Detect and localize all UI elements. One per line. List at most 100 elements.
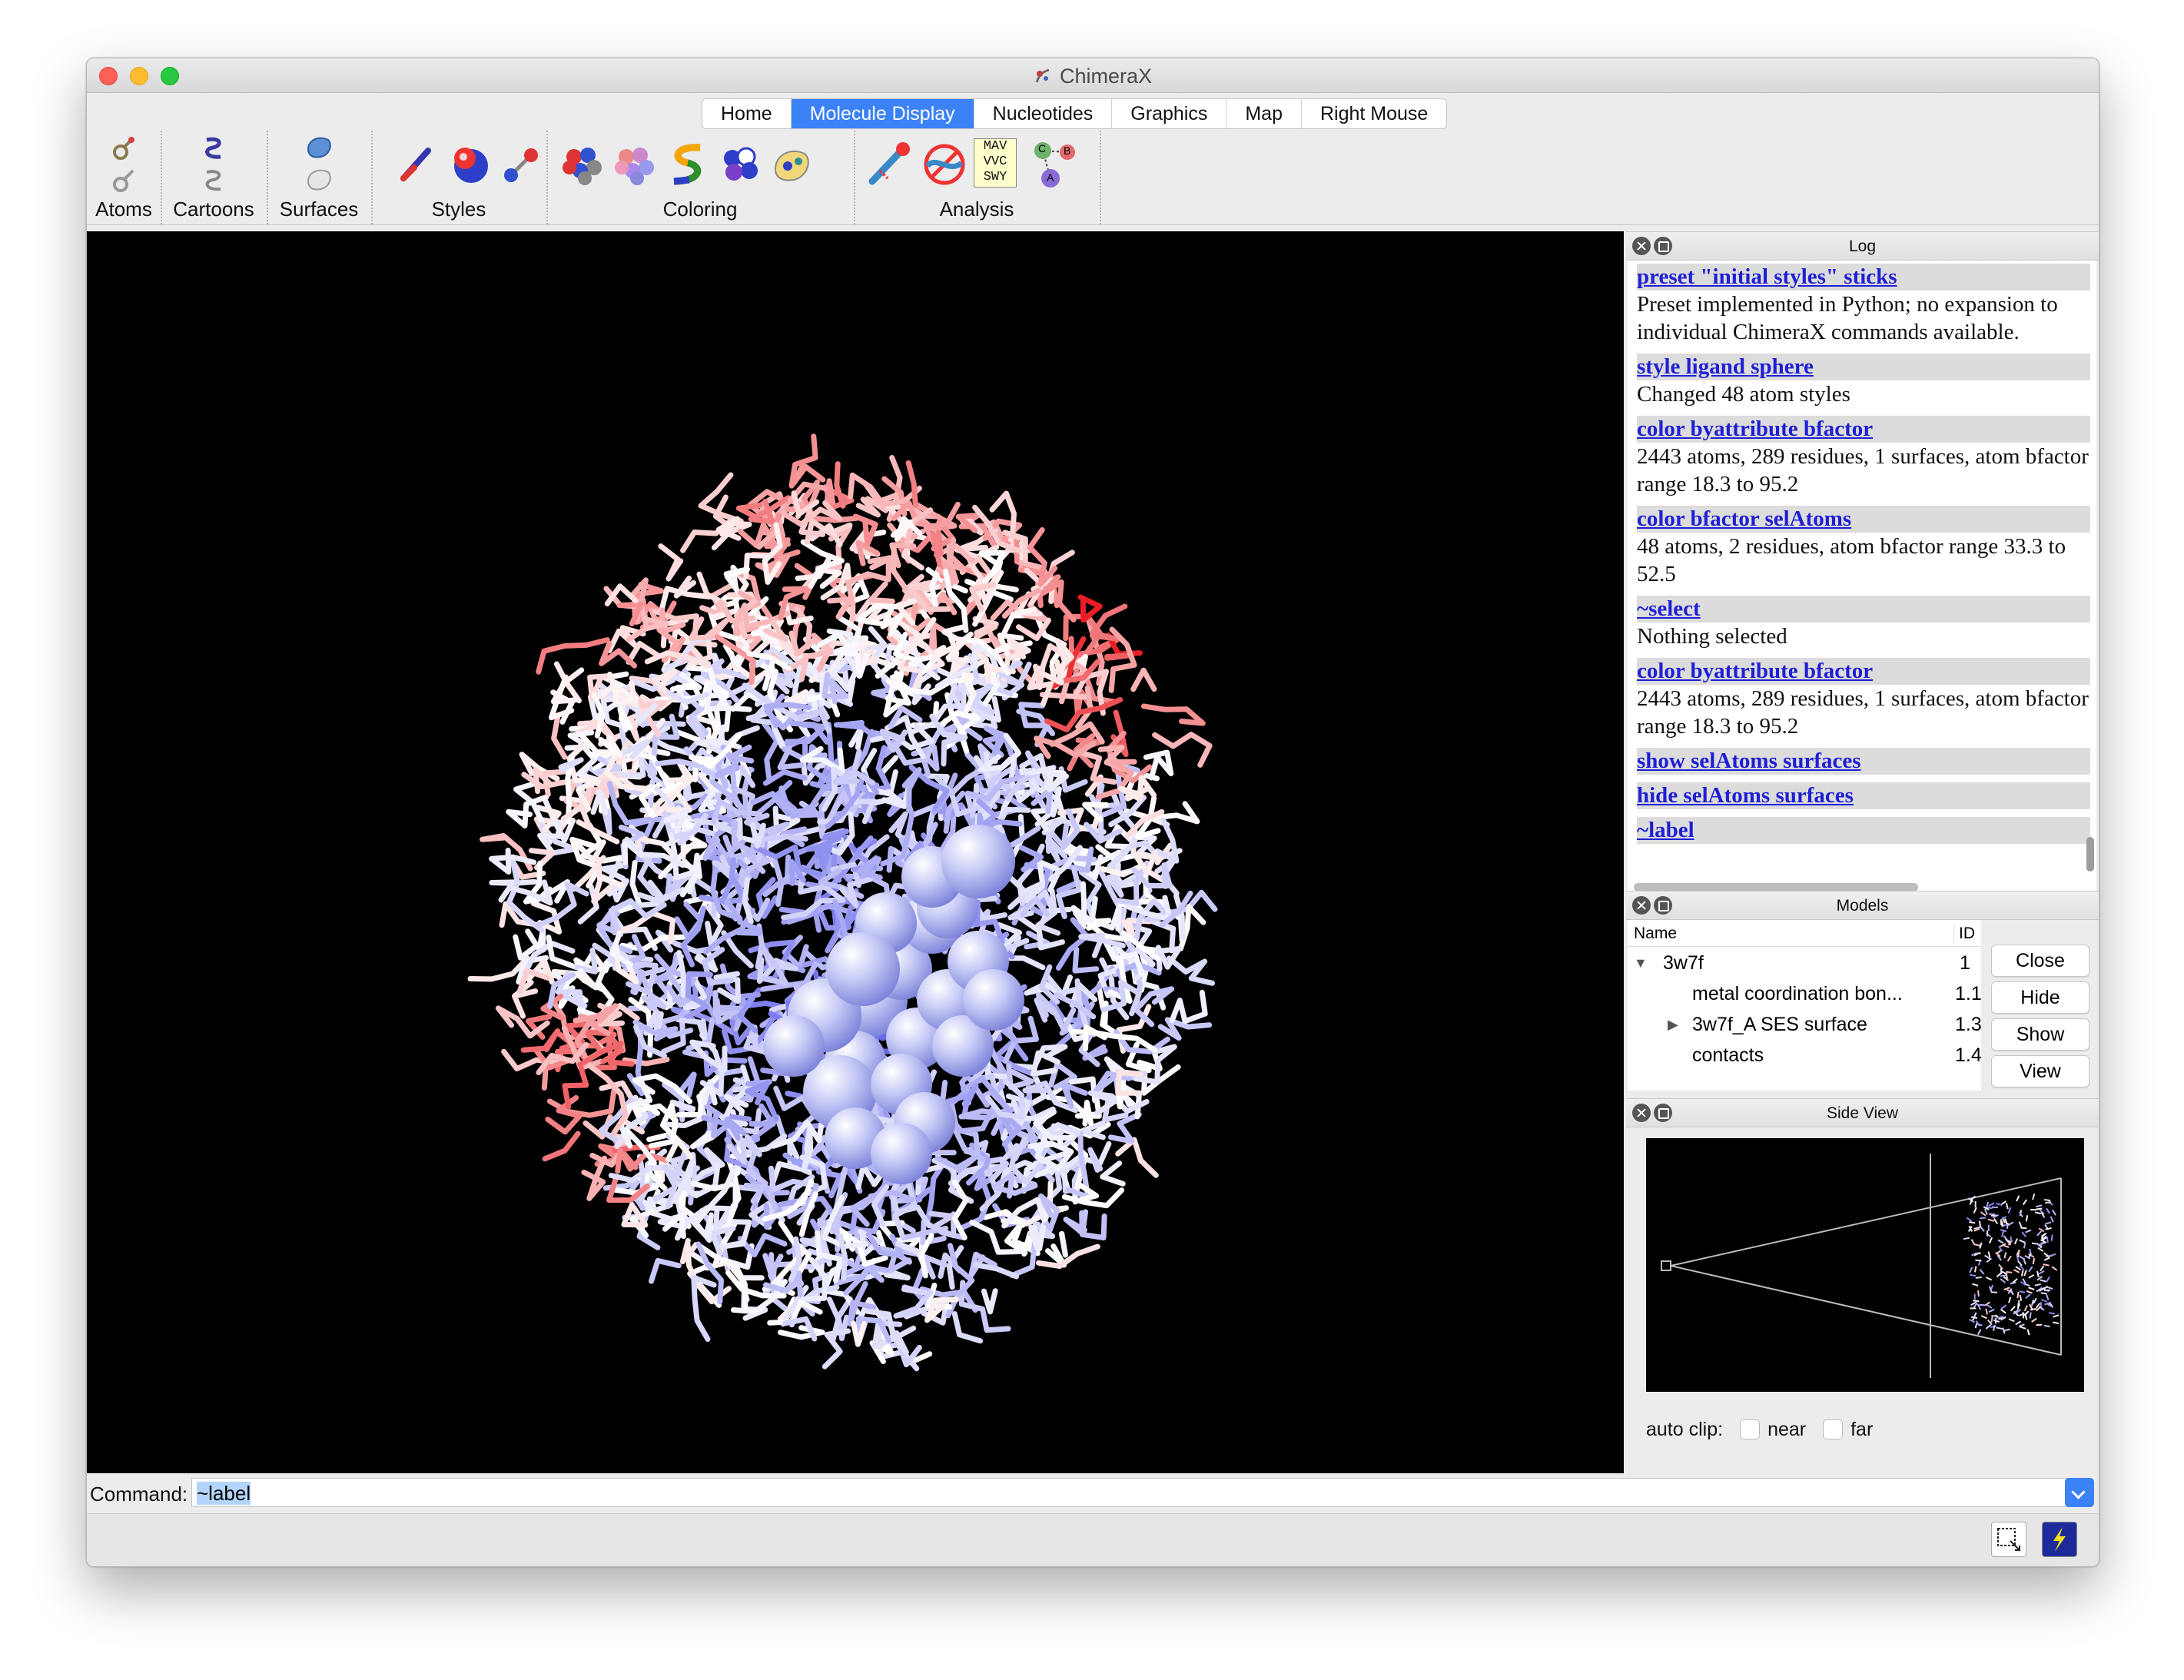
ribbon-toolbar: Atoms Cartoons Surfaces Styles Coloring …: [87, 131, 2099, 225]
chain-letter-b: B: [1064, 144, 1071, 157]
side-view-canvas[interactable]: [1646, 1138, 2084, 1392]
title-bar: ChimeraX: [87, 58, 2099, 93]
model-name: 3w7f: [1663, 952, 1704, 974]
model-row[interactable]: contacts 1.4: [1628, 1040, 1982, 1071]
model-id: 1.3: [1955, 1014, 1982, 1035]
side-view-title: Side View: [1826, 1104, 1898, 1122]
log-entry: ~label: [1637, 817, 2090, 844]
hide-atoms-icon[interactable]: [108, 166, 139, 199]
status-bar: [87, 1513, 2099, 1566]
models-table: Name ID ▼ 3w7f 1 metal coordination bon.…: [1628, 920, 1982, 1091]
model-id: 1: [1960, 952, 1970, 974]
right-panel: Log preset "initial styles" sticks Prese…: [1626, 231, 2099, 1473]
stick-style-icon[interactable]: [397, 144, 436, 190]
log-command-link[interactable]: hide selAtoms surfaces: [1637, 783, 1854, 808]
disclosure-closed-icon[interactable]: ▶: [1668, 1009, 1678, 1040]
log-command-link[interactable]: color bfactor selAtoms: [1637, 506, 1851, 531]
hide-model-button[interactable]: Hide: [1991, 981, 2089, 1014]
command-history-dropdown[interactable]: [2065, 1478, 2094, 1507]
camera-icon[interactable]: [1661, 1260, 1671, 1271]
log-entry: color bfactor selAtoms 48 atoms, 2 resid…: [1637, 506, 2090, 588]
log-command-link[interactable]: ~select: [1637, 596, 1701, 621]
command-label: Command:: [90, 1482, 188, 1506]
sequence-icon-line-1: MAV: [983, 139, 1007, 154]
model-row[interactable]: ▶ 3w7f_A SES surface 1.3: [1628, 1009, 1982, 1040]
log-output: Preset implemented in Python; no expansi…: [1637, 292, 2058, 344]
side-view-panel-header: Side View: [1626, 1098, 2099, 1127]
cartoons-group: Cartoons: [161, 131, 268, 224]
selection-inspector-icon[interactable]: [1991, 1522, 2026, 1557]
models-title: Models: [1836, 897, 1889, 915]
color-by-polymer-icon[interactable]: [769, 143, 815, 191]
chain-letter-c: C: [1038, 142, 1047, 154]
far-checkbox[interactable]: [1823, 1419, 1844, 1439]
command-input[interactable]: ~label: [191, 1478, 2068, 1507]
column-id[interactable]: ID: [1953, 925, 1975, 943]
atoms-group: Atoms: [87, 131, 162, 224]
ball-and-stick-style-icon[interactable]: [502, 144, 540, 190]
close-model-button[interactable]: Close: [1991, 945, 2089, 977]
coloring-group-label: Coloring: [662, 198, 738, 221]
surfaces-group-label: Surfaces: [279, 198, 359, 221]
command-input-text: ~label: [197, 1482, 251, 1505]
log-entry: show selAtoms surfaces: [1637, 748, 2090, 775]
log-command-link[interactable]: preset "initial styles" sticks: [1637, 264, 1897, 289]
sequence-icon[interactable]: MAV VVC SWY: [974, 138, 1017, 188]
log-entry: style ligand sphere Changed 48 atom styl…: [1637, 354, 2090, 408]
log-panel-header: Log: [1626, 231, 2099, 261]
chimerax-window: ChimeraX Home Molecule Display Nucleotid…: [86, 58, 2099, 1567]
log-vertical-scrollbar[interactable]: [2086, 837, 2094, 872]
model-name: contacts: [1692, 1044, 1764, 1066]
model-name: 3w7f_A SES surface: [1692, 1014, 1867, 1035]
log-command-link[interactable]: style ligand sphere: [1637, 354, 1814, 379]
log-horizontal-scrollbar[interactable]: [1634, 883, 1918, 891]
log-content: preset "initial styles" sticks Preset im…: [1628, 261, 2096, 891]
tab-nucleotides[interactable]: Nucleotides: [974, 99, 1113, 128]
show-atoms-icon[interactable]: [108, 134, 139, 167]
model-id: 1.4: [1955, 1044, 1982, 1066]
model-row[interactable]: metal coordination bon... 1.1: [1628, 978, 1982, 1009]
model-row[interactable]: ▼ 3w7f 1: [1628, 948, 1981, 978]
log-command-link[interactable]: color byattribute bfactor: [1637, 659, 1873, 683]
near-checkbox[interactable]: [1740, 1419, 1761, 1439]
surfaces-group: Surfaces: [267, 131, 373, 224]
log-output: 48 atoms, 2 residues, atom bfactor range…: [1637, 534, 2066, 586]
chain-contacts-icon[interactable]: C B A: [1032, 140, 1083, 191]
log-output: Changed 48 atom styles: [1637, 382, 1850, 407]
styles-group: Styles: [371, 131, 548, 224]
analysis-group-label: Analysis: [939, 198, 1014, 221]
color-by-bfactor-icon[interactable]: [612, 143, 659, 191]
command-line: Command: ~label: [87, 1475, 2099, 1512]
log-entry: ~select Nothing selected: [1637, 596, 2090, 650]
side-view-molecule: [1963, 1194, 2060, 1336]
rainbow-color-icon[interactable]: [666, 141, 709, 191]
log-entry: preset "initial styles" sticks Preset im…: [1637, 264, 2090, 346]
log-output: 2443 atoms, 289 residues, 1 surfaces, at…: [1637, 686, 2089, 739]
log-command-link[interactable]: show selAtoms surfaces: [1637, 749, 1861, 773]
column-name[interactable]: Name: [1634, 925, 1677, 943]
sphere-style-icon[interactable]: [448, 144, 491, 190]
auto-clip-row: auto clip: near far: [1646, 1419, 1873, 1441]
tab-map[interactable]: Map: [1226, 99, 1302, 128]
auto-clip-label: auto clip:: [1646, 1419, 1724, 1440]
log-command-link[interactable]: color byattribute bfactor: [1637, 417, 1873, 441]
hide-surfaces-icon[interactable]: [304, 166, 334, 199]
show-cartoons-icon[interactable]: [199, 134, 230, 167]
graphics-viewport[interactable]: [87, 231, 1624, 1473]
tab-right-mouse[interactable]: Right Mouse: [1302, 99, 1446, 128]
log-entry: color byattribute bfactor 2443 atoms, 28…: [1637, 416, 2090, 498]
hide-cartoons-icon[interactable]: [199, 166, 230, 199]
view-model-button[interactable]: View: [1991, 1055, 2089, 1087]
disclosure-open-icon[interactable]: ▼: [1634, 948, 1648, 978]
clashes-icon[interactable]: [920, 140, 969, 193]
log-command-link[interactable]: ~label: [1637, 818, 1694, 842]
show-surfaces-icon[interactable]: [304, 134, 334, 167]
tab-graphics[interactable]: Graphics: [1112, 99, 1227, 128]
tab-molecule-display[interactable]: Molecule Display: [791, 99, 974, 128]
hydrogen-bonds-icon[interactable]: [865, 140, 914, 193]
color-by-chain-icon[interactable]: [717, 143, 763, 191]
quick-access-lightning-icon[interactable]: [2042, 1522, 2077, 1557]
tab-home[interactable]: Home: [702, 99, 792, 128]
show-model-button[interactable]: Show: [1991, 1018, 2089, 1051]
color-by-element-icon[interactable]: [560, 143, 606, 191]
